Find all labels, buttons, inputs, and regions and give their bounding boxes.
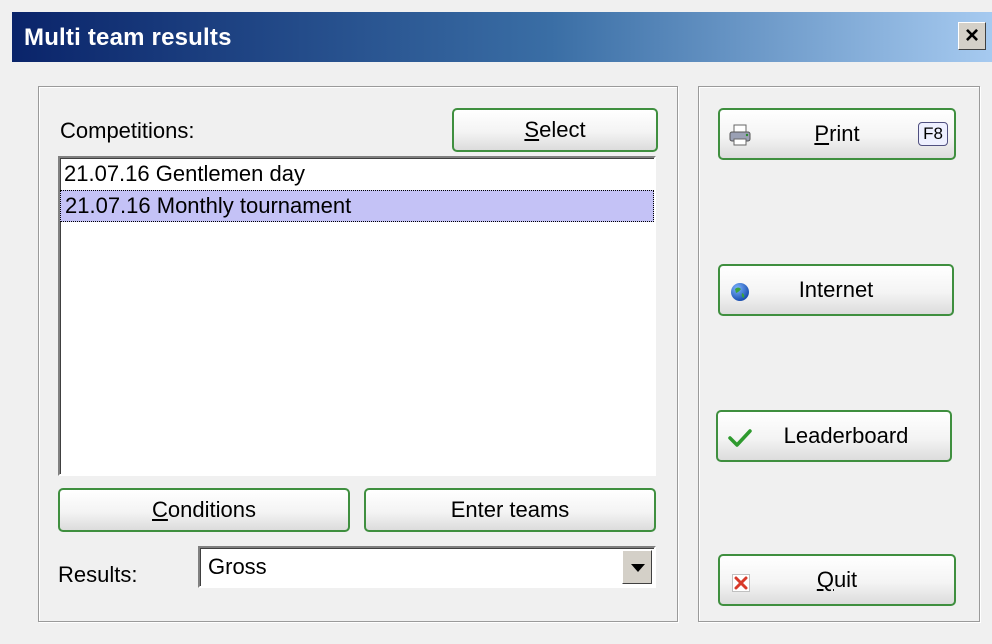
quit-button-label: Quit <box>816 567 858 592</box>
window-title: Multi team results <box>24 24 232 51</box>
leaderboard-button-label: Leaderboard <box>783 423 909 448</box>
quit-button[interactable]: Quit <box>718 554 956 606</box>
close-icon: × <box>964 22 979 49</box>
checkmark-icon <box>728 429 752 447</box>
close-x-icon <box>732 574 750 592</box>
chevron-down-icon[interactable] <box>622 550 652 584</box>
print-shortcut-badge: F8 <box>918 122 948 146</box>
printer-icon <box>729 124 751 146</box>
results-select[interactable]: Gross <box>198 546 656 588</box>
internet-button-label: Internet <box>798 277 874 302</box>
print-button-label: Print <box>814 121 860 146</box>
select-button[interactable]: Select <box>452 108 658 152</box>
conditions-button-label: Conditions <box>152 497 256 522</box>
print-button[interactable]: Print F8 <box>718 108 956 160</box>
results-select-value: Gross <box>208 554 267 579</box>
conditions-button[interactable]: Conditions <box>58 488 350 532</box>
actions-panel <box>698 86 980 622</box>
results-label: Results: <box>58 562 138 587</box>
title-bar: Multi team results × <box>12 12 992 62</box>
globe-icon <box>731 283 749 301</box>
enter-teams-button[interactable]: Enter teams <box>364 488 656 532</box>
competitions-label: Competitions: <box>60 118 195 143</box>
list-item[interactable]: 21.07.16 Gentlemen day <box>60 158 654 190</box>
competitions-list[interactable]: 21.07.16 Gentlemen day 21.07.16 Monthly … <box>58 156 656 476</box>
leaderboard-button[interactable]: Leaderboard <box>716 410 952 462</box>
close-button[interactable]: × <box>958 22 986 50</box>
list-item-selected[interactable]: 21.07.16 Monthly tournament <box>60 190 654 222</box>
internet-button[interactable]: Internet <box>718 264 954 316</box>
select-button-label: Select <box>524 117 586 142</box>
